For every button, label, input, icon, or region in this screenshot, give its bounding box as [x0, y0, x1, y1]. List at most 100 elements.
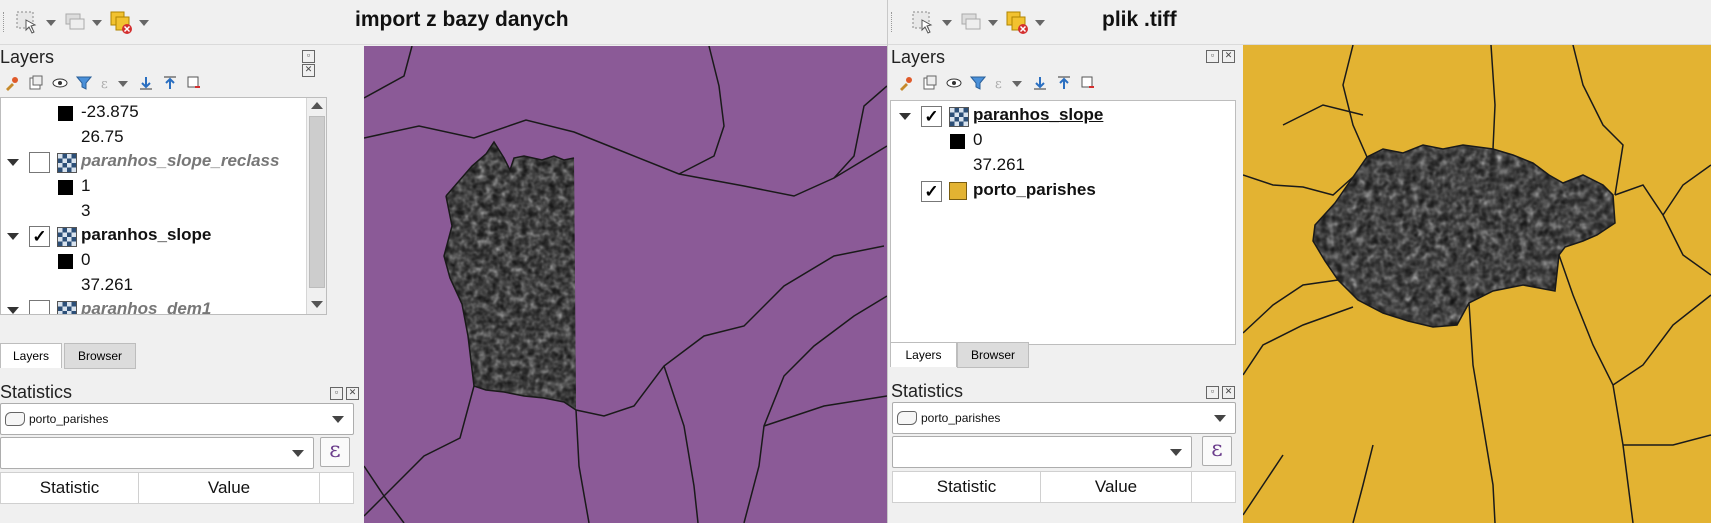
chevron-down-icon[interactable] — [1170, 449, 1182, 456]
layer-item-paranhos-dem1[interactable]: paranhos_dem1 — [1, 297, 301, 314]
statistics-layer-select[interactable]: porto_parishes — [0, 403, 354, 435]
expression-icon[interactable]: ε — [320, 437, 350, 467]
statistics-table: Statistic Value — [892, 471, 1236, 503]
eye-icon[interactable] — [52, 75, 68, 91]
chevron-down-icon[interactable] — [292, 450, 304, 457]
add-group-icon[interactable] — [28, 75, 44, 91]
scroll-thumb[interactable] — [309, 116, 325, 288]
legend-swatch — [58, 254, 73, 269]
dock-buttons: ▫✕ — [299, 49, 326, 77]
legend-item: -23.875 — [1, 100, 301, 127]
column-header-statistic[interactable]: Statistic — [893, 472, 1041, 502]
chevron-down-icon[interactable] — [7, 307, 19, 314]
map-render — [1243, 45, 1711, 523]
select-features-icon[interactable] — [910, 9, 936, 35]
legend-item: 26.75 — [81, 127, 124, 146]
statistics-table: Statistic Value — [0, 472, 354, 504]
layers-scrollbar[interactable] — [306, 98, 326, 314]
tab-browser[interactable]: Browser — [957, 342, 1029, 368]
deselect-icon[interactable] — [62, 9, 88, 35]
layer-visibility-checkbox[interactable]: ✓ — [921, 181, 942, 202]
layer-item-porto-parishes[interactable]: ✓ porto_parishes — [891, 178, 1231, 205]
column-header-value[interactable]: Value — [1041, 472, 1192, 502]
layer-visibility-checkbox[interactable] — [29, 152, 50, 173]
expand-all-icon[interactable] — [138, 75, 154, 91]
style-icon[interactable] — [898, 75, 914, 91]
layers-tree: ✓ paranhos_slope 0 37.261 ✓ porto_parish… — [890, 100, 1236, 345]
collapse-all-icon[interactable] — [162, 75, 178, 91]
chevron-down-icon[interactable] — [118, 81, 128, 87]
vector-polygon-icon — [5, 412, 25, 426]
column-header-statistic[interactable]: Statistic — [1, 473, 139, 503]
tab-browser[interactable]: Browser — [64, 343, 136, 369]
layer-item-paranhos-slope[interactable]: ✓ paranhos_slope — [891, 103, 1231, 130]
tab-layers[interactable]: Layers — [890, 342, 957, 367]
legend-swatch — [58, 180, 73, 195]
expression-filter-icon[interactable]: ε — [994, 75, 1010, 91]
legend-item: 0 — [891, 128, 1231, 155]
eye-icon[interactable] — [946, 75, 962, 91]
select-features-icon[interactable] — [14, 9, 40, 35]
dock-tabs: Layers Browser — [890, 342, 1236, 368]
add-group-icon[interactable] — [922, 75, 938, 91]
remove-layer-icon[interactable] — [1080, 75, 1096, 91]
tab-layers[interactable]: Layers — [0, 343, 62, 368]
expression-icon[interactable]: ε — [1202, 436, 1232, 466]
expression-filter-icon[interactable]: ε — [100, 75, 116, 91]
chevron-down-icon[interactable] — [332, 416, 344, 423]
layer-visibility-checkbox[interactable] — [29, 300, 50, 314]
chevron-down-icon[interactable] — [46, 20, 56, 26]
chevron-down-icon[interactable] — [92, 20, 102, 26]
right-qgis-window: plik .tiff Layers ▫✕ ε ✓ paranhos_slope — [888, 0, 1711, 523]
filter-icon[interactable] — [970, 75, 986, 91]
remove-layer-icon[interactable] — [186, 75, 202, 91]
layers-panel: Layers ▫ ✕ ε ✓ paranhos_slope 0 37.261 ✓… — [888, 45, 1236, 345]
scroll-down-icon[interactable] — [311, 301, 323, 308]
layer-item-paranhos-slope[interactable]: ✓ paranhos_slope — [1, 223, 301, 250]
map-render — [364, 46, 887, 523]
statistics-field-select[interactable] — [892, 436, 1192, 468]
layers-panel-title: Layers — [891, 47, 946, 67]
chevron-down-icon[interactable] — [1214, 415, 1226, 422]
legend-swatch — [950, 134, 965, 149]
column-header-value[interactable]: Value — [139, 473, 320, 503]
chevron-down-icon[interactable] — [899, 113, 911, 120]
layer-with-error-icon[interactable] — [108, 9, 134, 35]
legend-item: 1 — [1, 174, 301, 201]
window-title: plik .tiff — [1102, 8, 1177, 31]
statistics-panel-title: Statistics — [0, 382, 73, 402]
statistics-field-select[interactable] — [0, 437, 314, 469]
chevron-down-icon[interactable] — [1035, 20, 1045, 26]
toolbar-grip[interactable] — [891, 12, 895, 32]
expand-all-icon[interactable] — [1032, 75, 1048, 91]
deselect-icon[interactable] — [958, 9, 984, 35]
layer-with-error-icon[interactable] — [1004, 9, 1030, 35]
collapse-all-icon[interactable] — [1056, 75, 1072, 91]
chevron-down-icon[interactable] — [139, 20, 149, 26]
close-icon[interactable]: ✕ — [346, 387, 359, 400]
chevron-down-icon[interactable] — [1012, 81, 1022, 87]
layer-visibility-checkbox[interactable]: ✓ — [29, 226, 50, 247]
close-icon[interactable]: ✕ — [1222, 50, 1235, 63]
style-icon[interactable] — [4, 75, 20, 91]
float-icon[interactable]: ▫ — [1206, 50, 1219, 63]
float-icon[interactable]: ▫ — [330, 387, 343, 400]
float-icon[interactable]: ▫ — [1206, 386, 1219, 399]
close-icon[interactable]: ✕ — [1222, 386, 1235, 399]
dock-buttons: ▫✕ — [327, 386, 359, 400]
chevron-down-icon[interactable] — [942, 20, 952, 26]
raster-layer-icon — [57, 227, 77, 247]
toolbar-grip[interactable] — [3, 12, 7, 32]
chevron-down-icon[interactable] — [7, 159, 19, 166]
map-canvas[interactable] — [364, 46, 887, 523]
close-icon[interactable]: ✕ — [302, 64, 315, 77]
statistics-layer-select[interactable]: porto_parishes — [892, 402, 1236, 434]
chevron-down-icon[interactable] — [7, 233, 19, 240]
float-icon[interactable]: ▫ — [302, 50, 315, 63]
layer-visibility-checkbox[interactable]: ✓ — [921, 106, 942, 127]
filter-icon[interactable] — [76, 75, 92, 91]
layer-item-paranhos-slope-reclass[interactable]: paranhos_slope_reclass — [1, 149, 301, 176]
map-canvas[interactable] — [1243, 45, 1711, 523]
chevron-down-icon[interactable] — [988, 20, 998, 26]
scroll-up-icon[interactable] — [311, 102, 323, 109]
